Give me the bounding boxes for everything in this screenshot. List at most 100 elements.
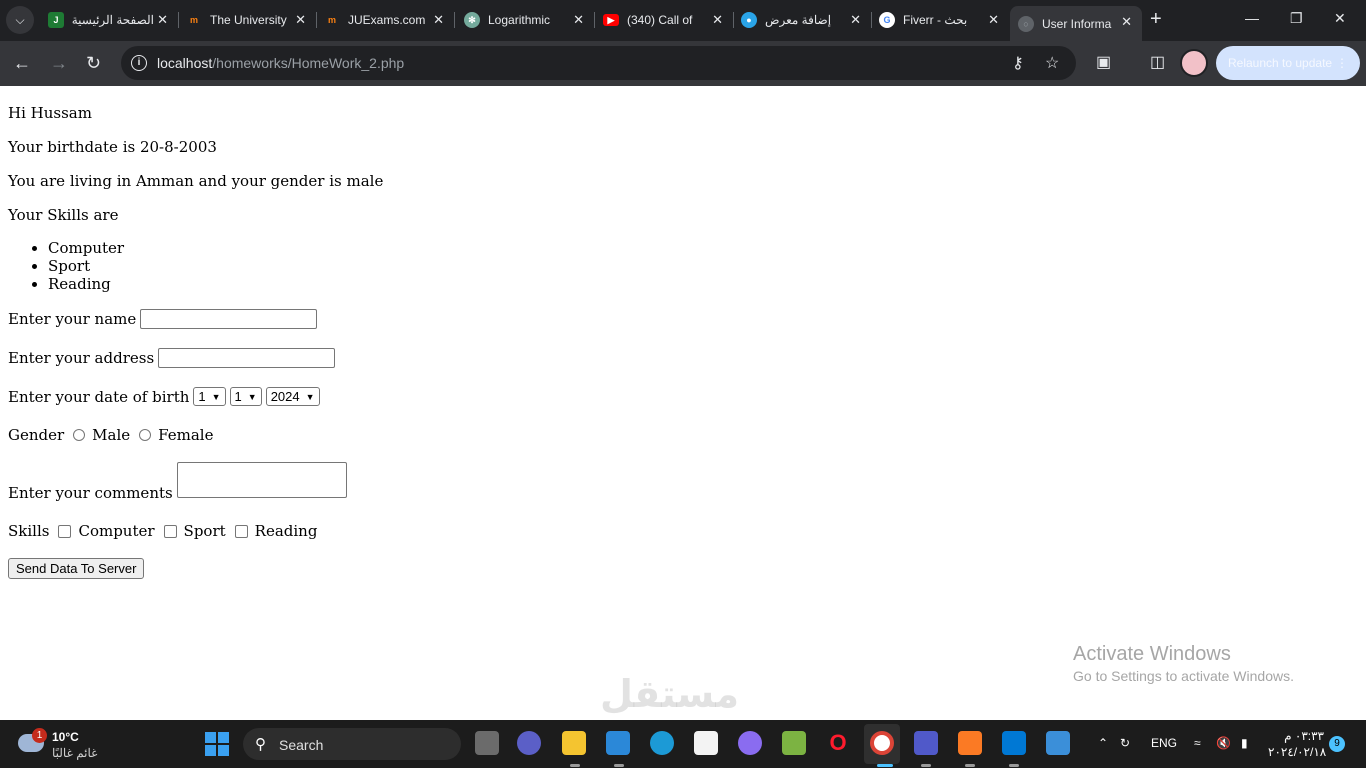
clock-time: ٠٣:٣٣ م: [1284, 729, 1324, 743]
close-window-button[interactable]: ✕: [1334, 10, 1346, 27]
minimize-button[interactable]: —: [1245, 10, 1259, 26]
start-button[interactable]: [205, 732, 229, 756]
photos-icon[interactable]: [1046, 731, 1070, 755]
skill-computer-label: Computer: [78, 522, 155, 540]
notepad-plus-icon[interactable]: [782, 731, 806, 755]
site-info-icon[interactable]: i: [131, 55, 147, 71]
close-icon: ✕: [1334, 10, 1346, 26]
youtube-icon: ▶: [603, 14, 619, 26]
running-indicator: [921, 764, 931, 767]
tab-2[interactable]: m The University ✕: [178, 5, 316, 35]
back-button[interactable]: ←: [13, 53, 31, 74]
address-bar[interactable]: i localhost/homeworks/HomeWork_2.php ⚷ ☆: [121, 46, 1076, 80]
mail-icon[interactable]: [606, 731, 630, 755]
dob-day-select[interactable]: 1 ▼: [193, 387, 226, 406]
close-tab-icon[interactable]: ✕: [1121, 14, 1132, 30]
restore-button[interactable]: ❐: [1290, 10, 1303, 27]
close-tab-icon[interactable]: ✕: [712, 12, 723, 28]
address-row: Enter your address: [8, 348, 336, 368]
side-panel-icon[interactable]: ◫: [1150, 52, 1165, 72]
arrow-left-icon: ←: [13, 53, 31, 73]
comments-textarea[interactable]: [176, 462, 347, 498]
dob-month-select[interactable]: 1 ▼: [229, 387, 262, 406]
store-icon[interactable]: [694, 731, 718, 755]
battery-icon[interactable]: ▮: [1241, 736, 1248, 750]
taskbar-search[interactable]: ⚲ Search: [243, 728, 461, 760]
key-icon[interactable]: ⚷: [1012, 53, 1024, 73]
university-logo-icon: J: [48, 12, 64, 28]
restore-icon: ❐: [1290, 10, 1303, 26]
sync-icon[interactable]: ↻: [1120, 736, 1130, 750]
profile-avatar[interactable]: [1180, 49, 1208, 77]
gender-label: Gender: [8, 426, 65, 444]
forward-button[interactable]: →: [50, 53, 68, 74]
name-row: Enter your name: [8, 309, 318, 329]
tab-8-active[interactable]: ○ User Informa ✕: [1010, 6, 1142, 41]
windows-taskbar: 1 10°C غائم غالبًا ⚲ Search O ⌃ ↻ ENG ≈ …: [0, 720, 1366, 768]
chrome-icon[interactable]: [870, 731, 894, 755]
url-text[interactable]: localhost/homeworks/HomeWork_2.php: [157, 55, 404, 71]
browser-tab-bar: ⌵ J الصفحة الرئيسية ✕ m The University ✕…: [0, 0, 1366, 41]
vscode-icon[interactable]: [1002, 731, 1026, 755]
language-indicator[interactable]: ENG: [1151, 736, 1177, 750]
edge-icon[interactable]: [650, 731, 674, 755]
file-explorer-icon[interactable]: [562, 731, 586, 755]
name-input[interactable]: [140, 309, 318, 329]
chevron-down-icon: ▼: [305, 391, 315, 402]
close-tab-icon[interactable]: ✕: [850, 12, 861, 28]
teams-icon[interactable]: [914, 731, 938, 755]
close-tab-icon[interactable]: ✕: [988, 12, 999, 28]
list-item: Reading: [48, 275, 124, 293]
opera-icon[interactable]: O: [826, 731, 850, 755]
send-data-button[interactable]: Send Data To Server: [8, 558, 145, 579]
chatgpt-icon: ✻: [464, 12, 480, 28]
reload-button[interactable]: ↻: [86, 53, 101, 74]
task-view-icon[interactable]: [475, 731, 499, 755]
moodle-icon: m: [189, 15, 198, 25]
tab-6[interactable]: ● إضافة معرض ✕: [733, 5, 871, 35]
minimize-icon: —: [1245, 10, 1259, 26]
clock[interactable]: ٠٣:٣٣ م ٢٠٢٤/٠٢/١٨: [1268, 728, 1326, 760]
extensions-icon[interactable]: ▣: [1096, 52, 1111, 72]
volume-muted-icon[interactable]: 🔇: [1216, 736, 1231, 750]
new-tab-button[interactable]: +: [1150, 8, 1162, 31]
gender-female-label: Female: [158, 426, 214, 444]
arrow-right-icon: →: [50, 53, 68, 73]
tab-3[interactable]: m JUExams.com ✕: [316, 5, 454, 35]
relaunch-button[interactable]: Relaunch to update ⋮: [1216, 46, 1360, 80]
close-tab-icon[interactable]: ✕: [157, 12, 168, 28]
gender-female-radio[interactable]: [139, 429, 152, 441]
tab-4[interactable]: ✻ Logarithmic ✕: [456, 5, 594, 35]
running-indicator: [614, 764, 624, 767]
skill-sport-label: Sport: [183, 522, 226, 540]
dob-year-select[interactable]: 2024 ▼: [265, 387, 320, 406]
wifi-icon[interactable]: ≈: [1194, 736, 1201, 750]
close-tab-icon[interactable]: ✕: [295, 12, 306, 28]
page-content: Hi Hussam Your birthdate is 20-8-2003 Yo…: [8, 87, 1358, 720]
running-indicator: [965, 764, 975, 767]
tab-search-button[interactable]: ⌵: [6, 6, 34, 34]
tab-5[interactable]: ▶ (340) Call of ✕: [595, 5, 733, 35]
teams-meet-icon[interactable]: [517, 731, 541, 755]
running-indicator: [1009, 764, 1019, 767]
chevron-up-icon[interactable]: ⌃: [1098, 736, 1108, 750]
more-vert-icon[interactable]: ⋮: [1336, 46, 1348, 80]
tab-1[interactable]: J الصفحة الرئيسية ✕: [40, 5, 178, 35]
gender-male-radio[interactable]: [73, 429, 86, 441]
close-tab-icon[interactable]: ✕: [573, 12, 584, 28]
copilot-icon[interactable]: [738, 731, 762, 755]
tab-7[interactable]: G Fiverr - بحث ✕: [871, 5, 1009, 35]
skill-computer-checkbox[interactable]: [58, 524, 72, 538]
weather-widget[interactable]: 1 10°C غائم غالبًا: [18, 728, 118, 762]
xampp-icon[interactable]: [958, 731, 982, 755]
chevron-down-icon: ▼: [211, 391, 221, 402]
close-tab-icon[interactable]: ✕: [433, 12, 444, 28]
plus-icon: +: [1150, 8, 1162, 30]
skill-sport-checkbox[interactable]: [163, 524, 177, 538]
gender-male-label: Male: [92, 426, 131, 444]
chevron-down-icon: ⌵: [15, 12, 25, 27]
notification-count[interactable]: 9: [1329, 736, 1345, 752]
star-icon[interactable]: ☆: [1045, 53, 1059, 73]
skill-reading-checkbox[interactable]: [234, 524, 248, 538]
address-input[interactable]: [158, 348, 336, 368]
